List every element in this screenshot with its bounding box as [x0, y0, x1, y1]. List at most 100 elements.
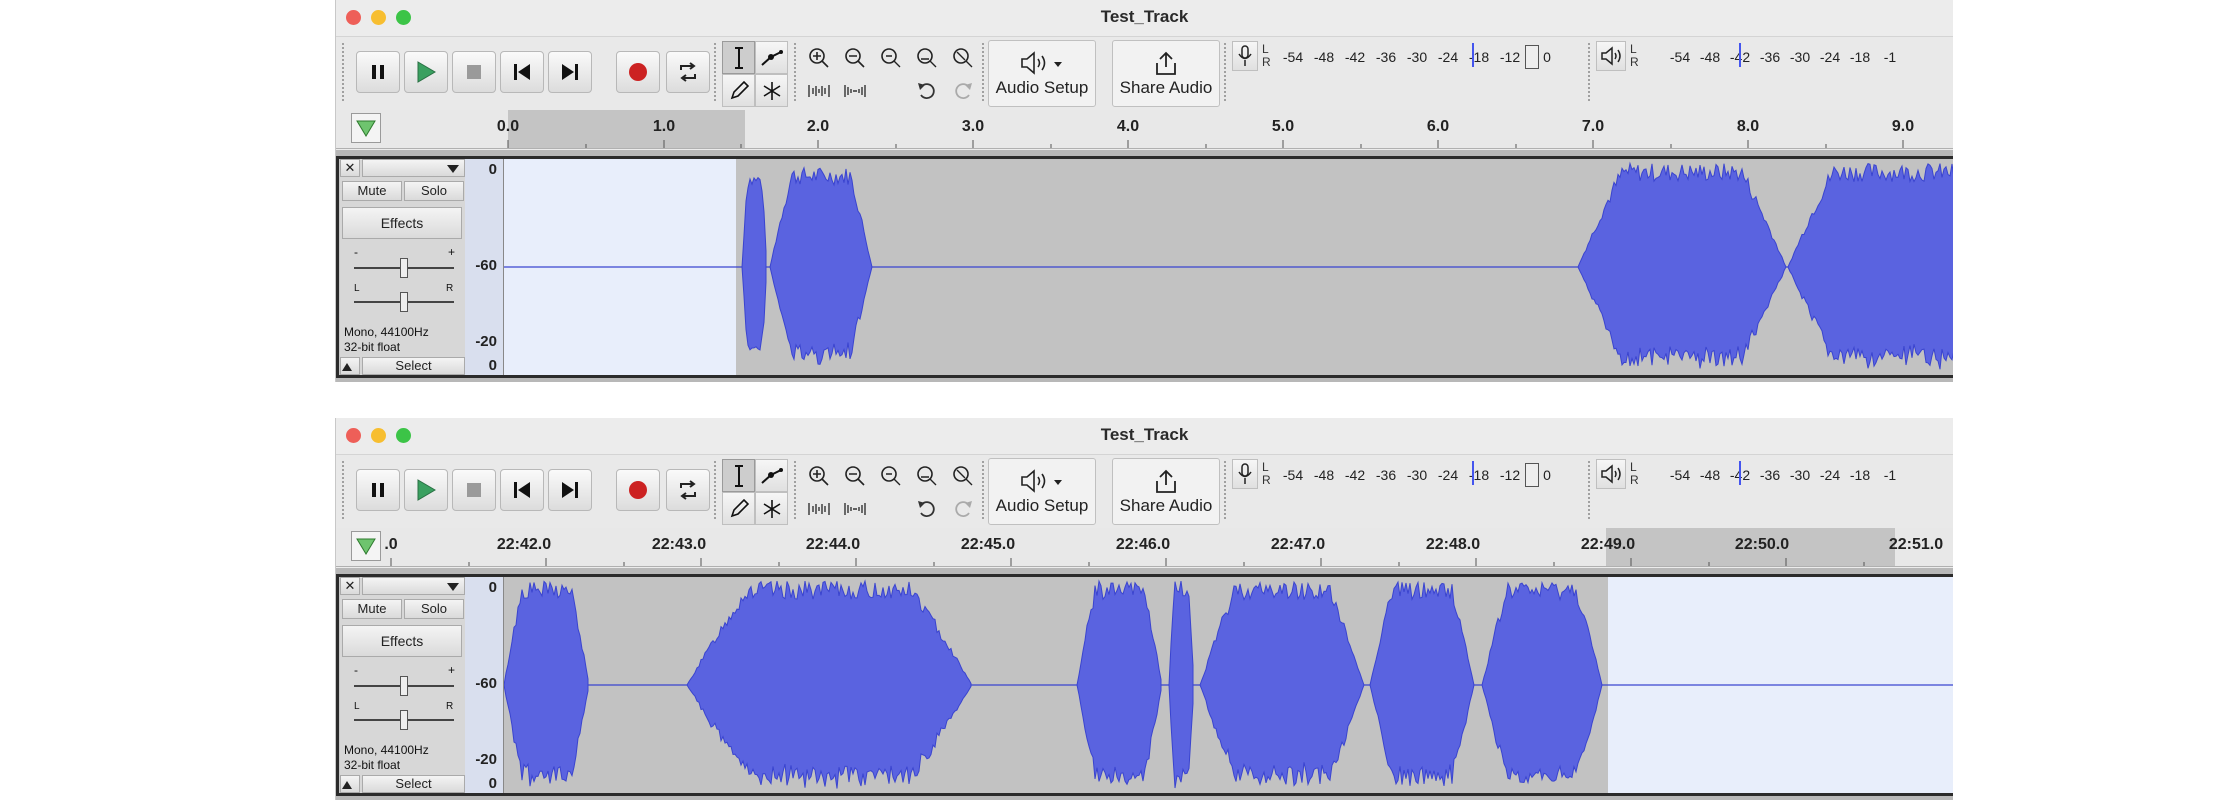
redo-button[interactable] [946, 492, 979, 525]
record-meter-button[interactable] [1232, 459, 1258, 489]
play-meter-button[interactable] [1596, 41, 1626, 71]
timeline-ruler[interactable]: 0.0 1.0 2.0 3.0 4.0 5.0 6.0 7.0 8.0 9.0 [336, 110, 1953, 149]
gain-slider-knob[interactable] [400, 258, 408, 278]
undo-button[interactable] [910, 74, 943, 107]
play-button[interactable] [404, 51, 448, 93]
share-audio-label: Share Audio [1119, 78, 1213, 97]
toolbar-grip[interactable] [342, 43, 348, 101]
multi-tool[interactable] [755, 74, 788, 107]
pan-slider[interactable] [354, 710, 454, 730]
gain-slider[interactable] [354, 258, 454, 278]
effects-button[interactable]: Effects [342, 207, 462, 239]
loop-icon [680, 480, 696, 500]
skip-to-end-button[interactable] [548, 51, 592, 93]
pan-slider[interactable] [354, 292, 454, 312]
share-audio-button[interactable]: Share Audio [1112, 40, 1220, 107]
record-button[interactable] [616, 469, 660, 511]
toolbar-grip[interactable] [1588, 461, 1594, 519]
record-button[interactable] [616, 51, 660, 93]
toolbar-grip[interactable] [714, 43, 720, 101]
envelope-tool[interactable] [755, 41, 788, 74]
loop-button[interactable] [666, 51, 710, 93]
toolbar-grip[interactable] [1224, 461, 1230, 519]
redo-button[interactable] [946, 74, 979, 107]
draw-tool[interactable] [722, 492, 755, 525]
title-bar: Test_Track [336, 418, 1953, 454]
amplitude-scale[interactable]: 0 -60 -20 0 [465, 159, 504, 375]
fit-project-button[interactable] [910, 41, 943, 74]
zoom-in-button[interactable] [802, 459, 835, 492]
amplitude-scale[interactable]: 0 -60 -20 0 [465, 577, 504, 793]
gain-slider[interactable] [354, 676, 454, 696]
zoom-toggle-button[interactable] [946, 459, 979, 492]
select-track-button[interactable]: Select [362, 775, 465, 793]
selection-tool[interactable] [722, 459, 755, 492]
record-meter-button[interactable] [1232, 41, 1258, 71]
stop-button[interactable] [452, 51, 496, 93]
playback-meter[interactable]: LR -54 -48 -42 -36 -30 -24 -18 -1 [1596, 39, 1953, 77]
track-control-panel: ✕ Mute Solo Effects - + L R Mono, 44100H… [340, 159, 466, 375]
skip-to-start-button[interactable] [500, 51, 544, 93]
timeline-ruler[interactable]: .0 22:42.0 22:43.0 22:44.0 22:45.0 22:46… [336, 528, 1953, 567]
mute-button[interactable]: Mute [342, 181, 402, 201]
silence-button[interactable] [838, 74, 871, 107]
pause-button[interactable] [356, 51, 400, 93]
solo-button[interactable]: Solo [404, 599, 464, 619]
toolbar-grip[interactable] [1588, 43, 1594, 101]
trim-button[interactable] [802, 492, 835, 525]
undo-button[interactable] [910, 492, 943, 525]
audio-setup-button[interactable]: Audio Setup [988, 458, 1096, 525]
silence-button[interactable] [838, 492, 871, 525]
collapse-track-button[interactable] [340, 775, 360, 793]
meter-slider-knob[interactable] [1525, 463, 1539, 487]
toolbar-grip[interactable] [714, 461, 720, 519]
play-meter-button[interactable] [1596, 459, 1626, 489]
track-menu-button[interactable] [362, 159, 465, 177]
silence-audio-icon [843, 84, 866, 97]
zoom-in-button[interactable] [802, 41, 835, 74]
fit-project-button[interactable] [910, 459, 943, 492]
toolbar-grip[interactable] [1224, 43, 1230, 101]
multi-tool[interactable] [755, 492, 788, 525]
fit-selection-button[interactable] [874, 41, 907, 74]
scale-label: -60 [475, 675, 497, 692]
close-track-button[interactable]: ✕ [340, 159, 360, 177]
zoom-toggle-button[interactable] [946, 41, 979, 74]
select-track-button[interactable]: Select [362, 357, 465, 375]
track-menu-button[interactable] [362, 577, 465, 595]
share-audio-button[interactable]: Share Audio [1112, 458, 1220, 525]
draw-tool[interactable] [722, 74, 755, 107]
loop-button[interactable] [666, 469, 710, 511]
skip-to-start-button[interactable] [500, 469, 544, 511]
waveform-area[interactable] [504, 159, 1953, 375]
collapse-track-button[interactable] [340, 357, 360, 375]
playback-meter[interactable]: LR -54 -48 -42 -36 -30 -24 -18 -1 [1596, 457, 1953, 495]
close-track-button[interactable]: ✕ [340, 577, 360, 595]
toolbar-grip[interactable] [794, 461, 800, 519]
zoom-out-button[interactable] [838, 459, 871, 492]
meter-tick: -24 [1437, 49, 1459, 65]
trim-button[interactable] [802, 74, 835, 107]
gain-slider-knob[interactable] [400, 676, 408, 696]
recording-meter[interactable]: LR -54 -48 -42 -36 -30 -24 -18 -12 0 [1232, 457, 1582, 495]
pan-slider-knob[interactable] [400, 710, 408, 730]
pan-slider-knob[interactable] [400, 292, 408, 312]
waveform-area[interactable] [504, 577, 1953, 793]
mute-button[interactable]: Mute [342, 599, 402, 619]
meter-tick: -18 [1849, 467, 1871, 483]
skip-to-end-button[interactable] [548, 469, 592, 511]
effects-button[interactable]: Effects [342, 625, 462, 657]
recording-meter[interactable]: LR -54 -48 -42 -36 -30 -24 -18 -12 0 [1232, 39, 1582, 77]
play-button[interactable] [404, 469, 448, 511]
toolbar-grip[interactable] [342, 461, 348, 519]
solo-button[interactable]: Solo [404, 181, 464, 201]
meter-slider-knob[interactable] [1525, 45, 1539, 69]
zoom-out-button[interactable] [838, 41, 871, 74]
toolbar-grip[interactable] [794, 43, 800, 101]
pause-button[interactable] [356, 469, 400, 511]
selection-tool[interactable] [722, 41, 755, 74]
audio-setup-button[interactable]: Audio Setup [988, 40, 1096, 107]
fit-selection-button[interactable] [874, 459, 907, 492]
envelope-tool[interactable] [755, 459, 788, 492]
stop-button[interactable] [452, 469, 496, 511]
